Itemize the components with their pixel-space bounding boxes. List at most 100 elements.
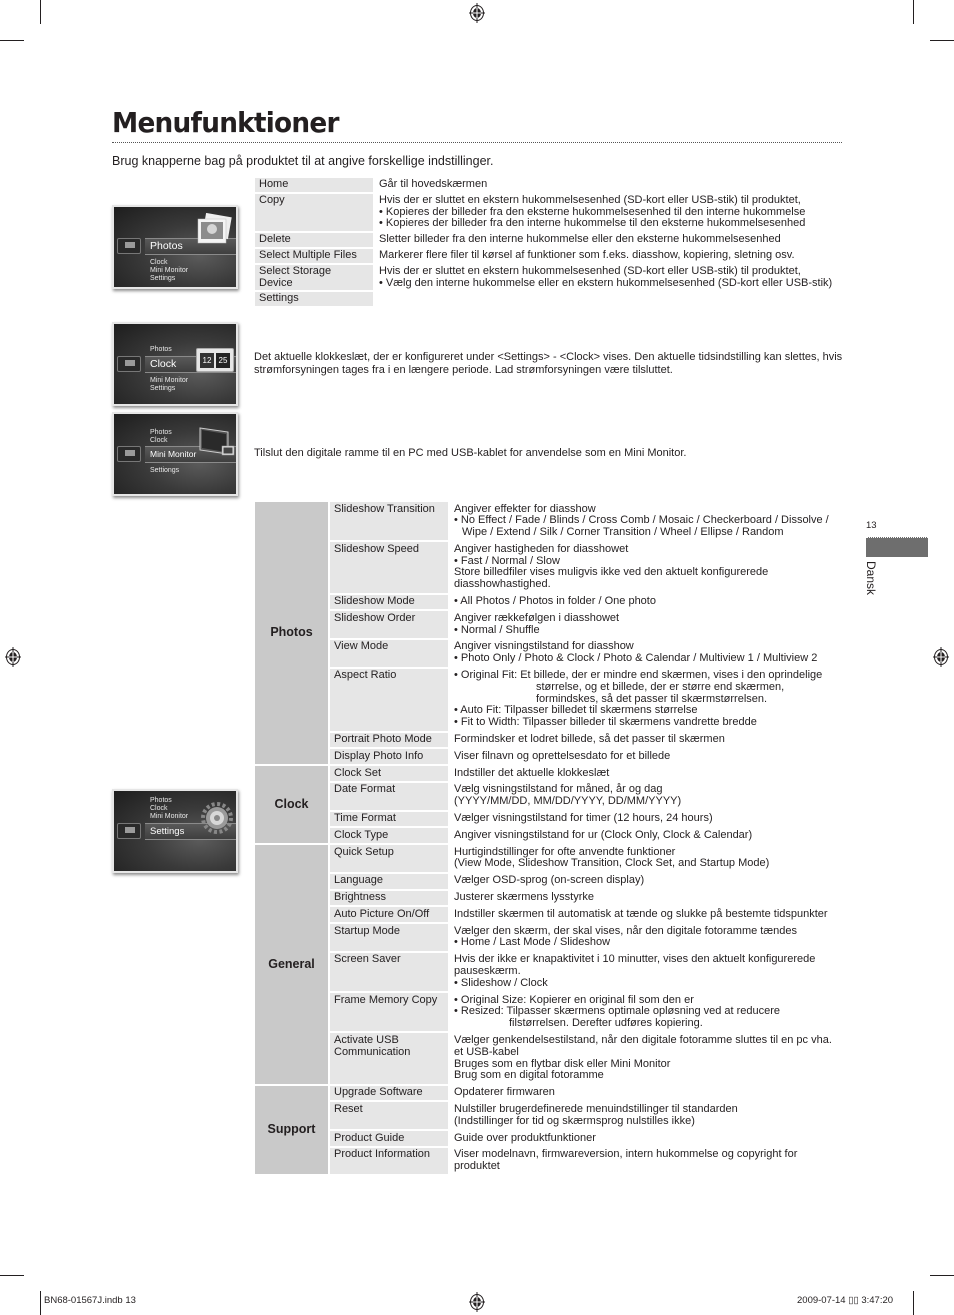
description-line: Viser modelnavn, firmwareversion, intern…: [454, 1148, 798, 1173]
option-name: Select Storage Device: [255, 263, 375, 293]
option-description: • All Photos / Photos in folder / One ph…: [449, 593, 843, 612]
option-description: Formindsker et lodret billede, så det pa…: [449, 731, 843, 750]
option-description: Hvis der ikke er knapaktivitet i 10 minu…: [449, 951, 843, 994]
option-description: Hurtigindstillinger for ofte anvendte fu…: [449, 844, 843, 874]
table-row: Select Multiple Files Markerer flere fil…: [255, 247, 843, 265]
description-line: • Vælg den interne hukommelse eller en e…: [379, 276, 833, 289]
language-label: Dansk: [864, 561, 878, 596]
settings-screen: Photos Clock Mini Monitor Settings: [112, 789, 238, 873]
crop-mark: [0, 40, 24, 41]
title-divider: [112, 142, 842, 143]
menu-item: Settiongs: [150, 467, 180, 474]
option-description: Vælger genkendelsestilstand, når den dig…: [449, 1032, 843, 1086]
option-name: Slideshow Mode: [329, 593, 450, 612]
photo-stack-icon: [197, 213, 232, 244]
option-name: Auto Picture On/Off: [329, 906, 450, 925]
option-description: Vælger OSD-sprog (on-screen display): [449, 872, 843, 891]
description-line: Indstiller det aktuelle klokkeslæt: [454, 766, 610, 779]
table-row: Home Går til hovedskærmen: [255, 178, 843, 194]
option-name-text: Select Storage Device: [259, 264, 332, 289]
option-description: Viser modelnavn, firmwareversion, intern…: [449, 1146, 843, 1177]
table-row: Photos Slideshow Transition Angiver effekt…: [255, 502, 843, 767]
option-name: Product Guide: [329, 1130, 450, 1148]
clock-hours: 12: [200, 353, 214, 368]
option-name: Reset: [329, 1101, 450, 1132]
option-description: Viser filnavn og oprettelsesdato for et …: [449, 748, 843, 767]
description-line: Angiver hastigheden for diasshowet: [454, 542, 629, 555]
registration-mark-icon: [469, 3, 485, 23]
crop-mark: [40, 0, 41, 24]
table-row: View Mode Angiver visningstilstand for di…: [255, 638, 843, 669]
table-row: Startup Mode Vælger den skærm, der skal v…: [255, 923, 843, 953]
table-row: Settings: [255, 291, 843, 309]
table-row: Date Format Vælg visningstilstand for mån…: [255, 781, 843, 812]
option-name: Activate USB Communication: [329, 1032, 450, 1086]
footer-timestamp: 2009-07-14 ▯▯ 3:47:20: [797, 1295, 894, 1306]
option-name: Home: [255, 178, 375, 194]
footer-file-info: BN68-01567J.indb 13: [44, 1295, 136, 1306]
option-name: Slideshow Order: [329, 610, 450, 640]
menu-item: Photos: [150, 346, 172, 353]
option-description: Opdaterer firmwaren: [449, 1084, 843, 1103]
photos-screen: Photos Clock Mini Monitor Settings: [112, 205, 238, 289]
category-label: Support: [255, 1084, 330, 1177]
description-line: Sletter billeder fra den interne hukomme…: [379, 233, 781, 246]
crop-mark: [930, 40, 954, 41]
memory-card-icon: [117, 356, 141, 372]
clock-minutes: 25: [216, 353, 230, 368]
option-name: Clock Set: [329, 765, 450, 783]
option-description: Angiver hastigheden for diasshowet • Fast…: [449, 541, 843, 595]
table-row: Language Vælger OSD-sprog (on-screen disp…: [255, 872, 843, 891]
description-line: Viser filnavn og oprettelsesdato for et …: [454, 749, 671, 762]
description-line: Angiver visningstilstand for ur (Clock O…: [454, 828, 753, 841]
gear-icon: [201, 802, 233, 834]
option-description: Justerer skærmens lysstyrke: [449, 889, 843, 908]
table-row: Reset Nulstiller brugerdefinerede menuind…: [255, 1101, 843, 1132]
settings-menu-table: Photos Slideshow Transition Angiver effekt…: [255, 502, 843, 1177]
description-line: Hvis der er sluttet en ekstern hukommels…: [379, 264, 801, 277]
crop-mark: [913, 1291, 914, 1315]
option-name: Quick Setup: [329, 844, 450, 874]
category-label: Clock: [255, 765, 330, 846]
option-name: Brightness: [329, 889, 450, 908]
description-line: Opdaterer firmwaren: [454, 1086, 555, 1099]
option-name: Delete: [255, 232, 375, 249]
clock-screen: Photos Clock Mini Monitor Settings 12 25: [112, 322, 238, 406]
description-line: Brug som en digital fotoramme: [454, 1069, 604, 1082]
mini-monitor-screen: Photos Clock Mini Monitor Settiongs: [112, 412, 238, 496]
clock-description: Det aktuelle klokkeslæt, der er konfigur…: [254, 351, 843, 376]
table-row: Time Format Vælger visningstilstand for t…: [255, 810, 843, 829]
option-description: • Original Fit: Et billede, der er mindr…: [449, 667, 843, 733]
description-line: Justerer skærmens lysstyrke: [454, 891, 594, 904]
flip-clock-icon: 12 25: [196, 348, 234, 372]
description-line: Store billedfiler vises muligvis ikke ve…: [454, 566, 769, 591]
menu-item-selected: Photos: [150, 240, 183, 252]
option-description: Indstiller det aktuelle klokkeslæt: [449, 765, 843, 783]
crop-mark: [913, 0, 914, 24]
memory-card-icon: [117, 446, 141, 462]
option-description: Angiver visningstilstand for diasshow • P…: [449, 638, 843, 669]
category-label: Photos: [255, 502, 330, 767]
option-description: Vælg visningstilstand for måned, år og d…: [449, 781, 843, 812]
option-description: Angiver effekter for diasshow • No Effect…: [449, 502, 843, 543]
menu-item: Clock: [150, 437, 168, 444]
language-tab: [866, 537, 928, 557]
option-name: Copy: [255, 192, 375, 234]
option-name: Product Information: [329, 1146, 450, 1177]
description-line: Vælger OSD-sprog (on-screen display): [454, 874, 645, 887]
option-name: Time Format: [329, 810, 450, 829]
mini-monitor-description: Tilslut den digitale ramme til en PC med…: [254, 447, 687, 459]
crop-mark: [0, 1275, 24, 1276]
option-description: Hvis der er sluttet en ekstern hukommels…: [374, 263, 843, 293]
menu-item-selected: Clock: [150, 358, 177, 370]
table-row: Brightness Justerer skærmens lysstyrke: [255, 889, 843, 908]
table-row: Product Information Viser modelnavn, firm…: [255, 1146, 843, 1177]
description-line: filstørrelsen. Derefter udføres kopierin…: [509, 1017, 703, 1030]
option-description: Nulstiller brugerdefinerede menuindstill…: [449, 1101, 843, 1132]
description-line: Hvis der er sluttet en ekstern hukommels…: [379, 193, 801, 206]
table-row: Slideshow Speed Angiver hastigheden for d…: [255, 541, 843, 595]
description-line: Vælger visningstilstand for timer (12 ho…: [454, 812, 713, 825]
option-description: Angiver rækkefølgen i diasshowet • Normal…: [449, 610, 843, 640]
option-description: Vælger den skærm, der skal vises, når de…: [449, 923, 843, 953]
monitor-icon: [199, 427, 235, 456]
